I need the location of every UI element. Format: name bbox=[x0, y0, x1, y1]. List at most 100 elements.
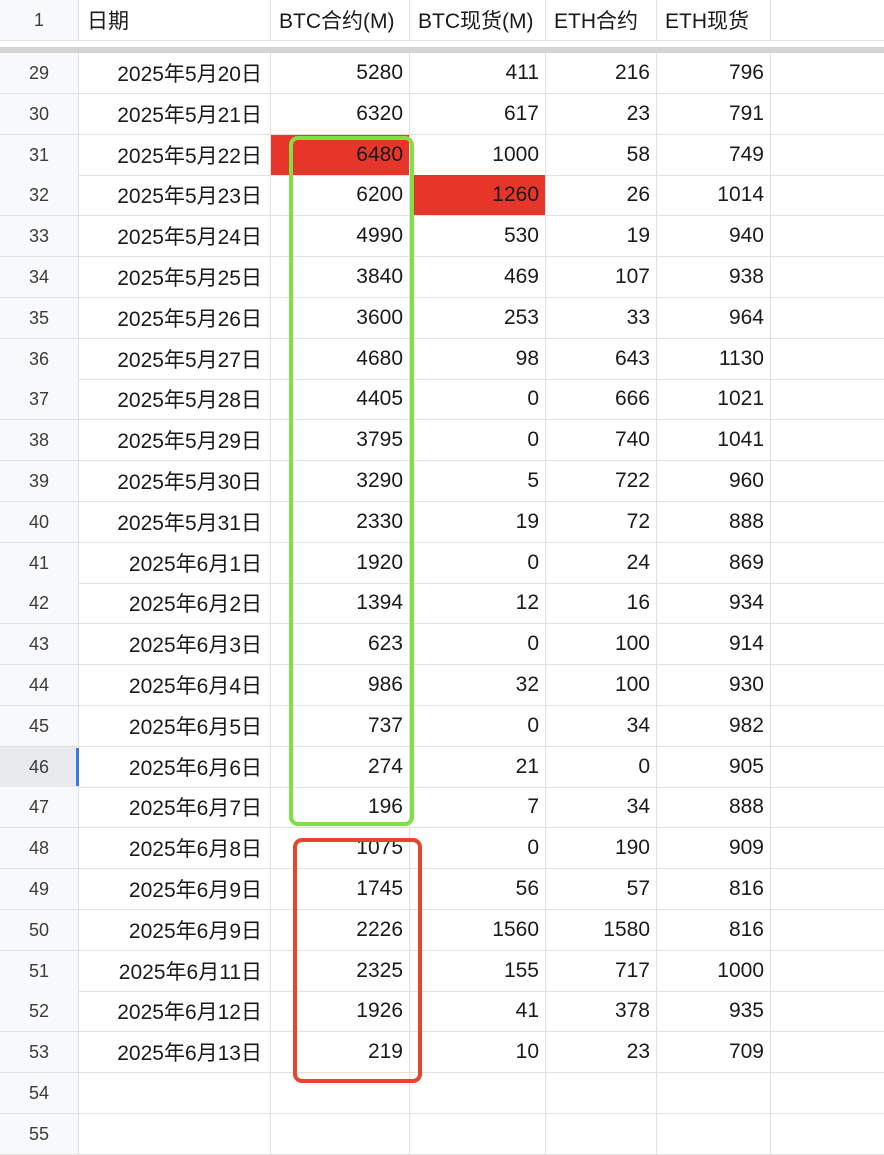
cell-eth-futures[interactable]: 107 bbox=[546, 257, 657, 297]
cell-eth-spot[interactable]: 791 bbox=[657, 94, 771, 134]
cell-eth-futures[interactable]: 19 bbox=[546, 216, 657, 256]
cell-date[interactable]: 2025年5月20日 bbox=[79, 53, 271, 93]
cell-btc-spot[interactable]: 1000 bbox=[410, 135, 546, 175]
cell-eth-futures[interactable]: 34 bbox=[546, 706, 657, 746]
header-cell-eth-futures[interactable]: ETH合约 bbox=[546, 0, 657, 40]
cell-btc-spot[interactable]: 1560 bbox=[410, 910, 546, 950]
cell-empty[interactable] bbox=[771, 94, 884, 134]
cell-empty[interactable] bbox=[771, 216, 884, 256]
cell-btc-spot[interactable]: 0 bbox=[410, 624, 546, 664]
cell-btc-spot[interactable]: 0 bbox=[410, 543, 546, 583]
cell-btc-spot[interactable]: 19 bbox=[410, 502, 546, 542]
cell-btc-spot[interactable]: 32 bbox=[410, 665, 546, 705]
cell-btc-futures[interactable]: 1920 bbox=[271, 543, 410, 583]
row-number[interactable]: 36 bbox=[0, 339, 79, 379]
cell-btc-spot[interactable]: 0 bbox=[410, 379, 546, 419]
cell-btc-futures[interactable]: 3795 bbox=[271, 420, 410, 460]
row-number[interactable]: 46 bbox=[0, 747, 79, 787]
cell-eth-spot[interactable]: 796 bbox=[657, 53, 771, 93]
cell-date[interactable]: 2025年5月31日 bbox=[79, 502, 271, 542]
cell-eth-spot[interactable]: 930 bbox=[657, 665, 771, 705]
cell-date[interactable]: 2025年5月23日 bbox=[79, 175, 271, 215]
cell-eth-futures[interactable]: 33 bbox=[546, 298, 657, 338]
cell-eth-futures[interactable]: 378 bbox=[546, 991, 657, 1031]
cell-eth-futures[interactable]: 722 bbox=[546, 461, 657, 501]
cell-btc-spot[interactable] bbox=[410, 1073, 546, 1113]
cell-date[interactable]: 2025年6月8日 bbox=[79, 828, 271, 868]
cell-btc-futures[interactable]: 196 bbox=[271, 787, 410, 827]
cell-btc-futures[interactable]: 5280 bbox=[271, 53, 410, 93]
cell-btc-futures[interactable]: 6480 bbox=[271, 135, 410, 175]
row-number[interactable]: 29 bbox=[0, 53, 79, 93]
cell-eth-spot[interactable]: 1041 bbox=[657, 420, 771, 460]
cell-eth-spot[interactable]: 749 bbox=[657, 135, 771, 175]
cell-date[interactable]: 2025年6月1日 bbox=[79, 543, 271, 583]
cell-btc-spot[interactable]: 98 bbox=[410, 339, 546, 379]
cell-eth-spot[interactable]: 816 bbox=[657, 869, 771, 909]
cell-date[interactable]: 2025年6月11日 bbox=[79, 951, 271, 991]
cell-empty[interactable] bbox=[771, 583, 884, 623]
cell-empty[interactable] bbox=[771, 257, 884, 297]
cell-btc-futures[interactable]: 2226 bbox=[271, 910, 410, 950]
cell-eth-spot[interactable]: 1021 bbox=[657, 379, 771, 419]
row-number[interactable]: 49 bbox=[0, 869, 79, 909]
cell-btc-spot[interactable]: 253 bbox=[410, 298, 546, 338]
cell-eth-spot[interactable]: 709 bbox=[657, 1032, 771, 1072]
cell-eth-futures[interactable]: 717 bbox=[546, 951, 657, 991]
cell-eth-spot[interactable] bbox=[657, 1073, 771, 1113]
cell-eth-futures[interactable]: 24 bbox=[546, 543, 657, 583]
cell-btc-spot[interactable]: 617 bbox=[410, 94, 546, 134]
cell-btc-spot[interactable]: 41 bbox=[410, 991, 546, 1031]
cell-empty[interactable] bbox=[771, 869, 884, 909]
cell-btc-spot[interactable]: 1260 bbox=[410, 175, 546, 215]
cell-btc-spot[interactable]: 155 bbox=[410, 951, 546, 991]
cell-eth-futures[interactable]: 58 bbox=[546, 135, 657, 175]
cell-eth-spot[interactable]: 1014 bbox=[657, 175, 771, 215]
cell-eth-futures[interactable]: 100 bbox=[546, 624, 657, 664]
cell-btc-futures[interactable]: 4990 bbox=[271, 216, 410, 256]
row-number[interactable]: 33 bbox=[0, 216, 79, 256]
cell-eth-futures[interactable]: 34 bbox=[546, 787, 657, 827]
cell-eth-futures[interactable]: 26 bbox=[546, 175, 657, 215]
header-cell-empty[interactable] bbox=[771, 0, 884, 40]
cell-eth-spot[interactable] bbox=[657, 1114, 771, 1154]
row-number[interactable]: 32 bbox=[0, 175, 79, 215]
row-number[interactable]: 37 bbox=[0, 379, 79, 419]
cell-eth-spot[interactable]: 940 bbox=[657, 216, 771, 256]
cell-btc-spot[interactable]: 530 bbox=[410, 216, 546, 256]
cell-eth-spot[interactable]: 869 bbox=[657, 543, 771, 583]
row-number[interactable]: 44 bbox=[0, 665, 79, 705]
row-number[interactable]: 42 bbox=[0, 583, 79, 623]
row-number[interactable]: 40 bbox=[0, 502, 79, 542]
cell-date[interactable]: 2025年6月6日 bbox=[79, 747, 271, 787]
cell-eth-spot[interactable]: 1000 bbox=[657, 951, 771, 991]
cell-empty[interactable] bbox=[771, 951, 884, 991]
cell-btc-futures[interactable]: 6200 bbox=[271, 175, 410, 215]
cell-date[interactable]: 2025年6月5日 bbox=[79, 706, 271, 746]
cell-eth-spot[interactable]: 888 bbox=[657, 787, 771, 827]
cell-empty[interactable] bbox=[771, 135, 884, 175]
header-cell-eth-spot[interactable]: ETH现货 bbox=[657, 0, 771, 40]
cell-btc-futures[interactable] bbox=[271, 1114, 410, 1154]
cell-eth-spot[interactable]: 938 bbox=[657, 257, 771, 297]
cell-empty[interactable] bbox=[771, 420, 884, 460]
cell-eth-futures[interactable]: 72 bbox=[546, 502, 657, 542]
row-number[interactable]: 54 bbox=[0, 1073, 79, 1113]
cell-btc-futures[interactable]: 1745 bbox=[271, 869, 410, 909]
cell-btc-futures[interactable]: 1926 bbox=[271, 991, 410, 1031]
cell-btc-futures[interactable]: 4405 bbox=[271, 379, 410, 419]
cell-eth-futures[interactable]: 16 bbox=[546, 583, 657, 623]
cell-btc-spot[interactable]: 0 bbox=[410, 706, 546, 746]
cell-empty[interactable] bbox=[771, 991, 884, 1031]
row-number[interactable]: 41 bbox=[0, 543, 79, 583]
cell-empty[interactable] bbox=[771, 1114, 884, 1154]
cell-btc-spot[interactable]: 0 bbox=[410, 828, 546, 868]
cell-btc-spot[interactable]: 411 bbox=[410, 53, 546, 93]
cell-empty[interactable] bbox=[771, 624, 884, 664]
cell-btc-futures[interactable]: 623 bbox=[271, 624, 410, 664]
cell-eth-spot[interactable]: 816 bbox=[657, 910, 771, 950]
cell-btc-spot[interactable]: 5 bbox=[410, 461, 546, 501]
cell-date[interactable]: 2025年5月30日 bbox=[79, 461, 271, 501]
row-number[interactable]: 55 bbox=[0, 1114, 79, 1154]
cell-empty[interactable] bbox=[771, 747, 884, 787]
